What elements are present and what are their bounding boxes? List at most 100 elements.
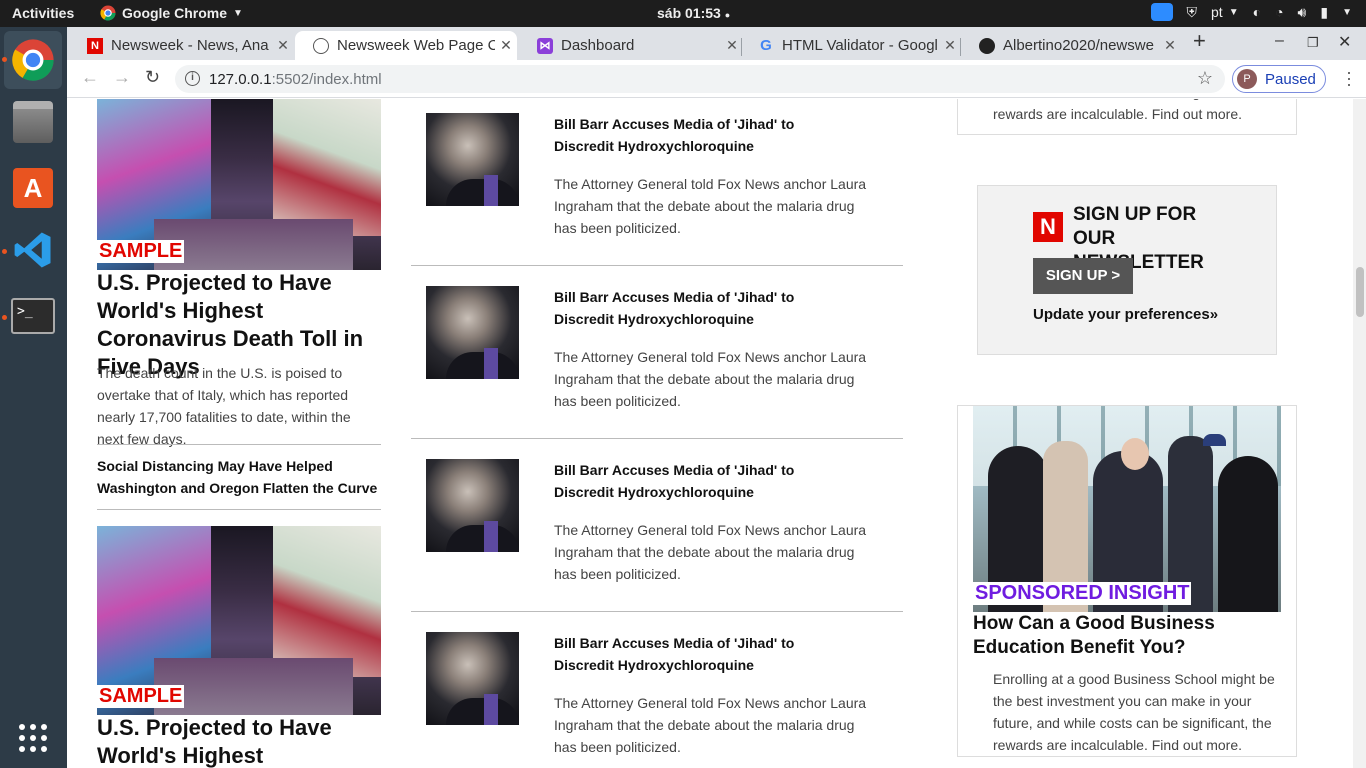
newsweek-logo: N — [1033, 212, 1063, 242]
divider — [411, 611, 903, 612]
tab-title: Newsweek Web Page C — [337, 37, 495, 54]
dock-vscode[interactable] — [8, 225, 58, 275]
url-host: 127.0.0.1 — [209, 70, 272, 88]
article-summary: The Attorney General told Fox News ancho… — [554, 176, 867, 236]
grid-icon — [19, 724, 47, 752]
close-window-button[interactable]: ✕ — [1338, 32, 1351, 52]
globe-icon — [313, 37, 329, 54]
address-bar[interactable]: i 127.0.0.1:5502/index.html ☆ — [175, 65, 1225, 93]
bill-barr-image[interactable] — [426, 459, 519, 552]
dock: A >_ — [0, 27, 67, 768]
wifi-icon[interactable]: ◔ — [1275, 4, 1283, 20]
clock[interactable]: sáb 01:53 ● — [657, 5, 730, 21]
article-title[interactable]: Bill Barr Accuses Media of 'Jihad' to Di… — [554, 632, 854, 676]
show-applications-button[interactable] — [8, 713, 58, 763]
profile-status: Paused — [1265, 70, 1316, 88]
sponsored-summary: future, and while costs can be significa… — [993, 99, 1272, 122]
dock-software[interactable]: A — [8, 163, 58, 213]
tab-newsweek-web-page[interactable]: Newsweek Web Page C ✕ — [295, 31, 517, 60]
night-light-icon[interactable]: ◐ — [1253, 4, 1261, 20]
article-title[interactable]: Bill Barr Accuses Media of 'Jihad' to Di… — [554, 113, 854, 157]
dock-chrome[interactable] — [4, 31, 62, 89]
close-icon[interactable]: ✕ — [1159, 37, 1181, 54]
update-preferences-link[interactable]: Update your preferences» — [1033, 306, 1218, 323]
signup-button[interactable]: SIGN UP > — [1033, 258, 1133, 294]
shield-icon[interactable]: ⛨ — [1187, 4, 1198, 21]
terminal-icon: >_ — [11, 298, 55, 334]
running-indicator — [2, 249, 7, 254]
minimize-button[interactable]: – — [1275, 32, 1284, 50]
tab-dashboard[interactable]: ⋈ Dashboard ✕ — [519, 31, 743, 60]
maximize-button[interactable]: ❐ — [1307, 35, 1319, 51]
system-tray[interactable]: ⛨ pt ▼ ◐ ◔ 🔊︎ ▮ ▼ — [1150, 3, 1352, 21]
dashboard-favicon: ⋈ — [537, 37, 553, 54]
chrome-icon — [100, 5, 116, 21]
tab-newsweek[interactable]: N Newsweek - News, Ana ✕ — [69, 31, 294, 60]
sponsored-card-top: future, and while costs can be significa… — [957, 99, 1297, 135]
article-summary: The Attorney General told Fox News ancho… — [554, 695, 867, 755]
menu-button[interactable]: · · · — [1346, 63, 1352, 93]
close-icon[interactable]: ✕ — [495, 37, 517, 54]
chevron-down-icon: ▼ — [233, 7, 243, 19]
zoom-icon[interactable] — [1150, 3, 1173, 21]
app-name: Google Chrome — [122, 5, 228, 21]
second-headline[interactable]: U.S. Projected to Have World's Highest C… — [97, 714, 381, 768]
tab-strip: N Newsweek - News, Ana ✕ Newsweek Web Pa… — [67, 27, 1366, 60]
tab-html-validator[interactable]: G HTML Validator - Googl ✕ — [740, 31, 961, 60]
tab-title: HTML Validator - Googl — [782, 37, 938, 54]
close-icon[interactable]: ✕ — [939, 37, 961, 54]
bill-barr-image[interactable] — [426, 113, 519, 206]
chevron-down-icon: ▼ — [1228, 6, 1239, 18]
back-button[interactable]: ← — [81, 67, 99, 88]
divider — [97, 444, 381, 445]
activities-button[interactable]: Activities — [12, 5, 74, 21]
sponsored-card: SPONSORED INSIGHT How Can a Good Busines… — [957, 405, 1297, 757]
tab-github[interactable]: Albertino2020/newswe ✕ — [961, 31, 1181, 60]
dock-terminal[interactable]: >_ — [8, 291, 58, 341]
keyboard-layout[interactable]: pt — [1211, 4, 1223, 20]
sample-label: SAMPLE — [97, 685, 185, 708]
sponsored-label: SPONSORED INSIGHT — [973, 582, 1192, 605]
chrome-icon — [12, 39, 54, 81]
bookmark-star-icon[interactable]: ☆ — [1197, 68, 1213, 89]
chevron-down-icon[interactable]: ▼ — [1342, 7, 1352, 18]
tab-title: Dashboard — [561, 37, 635, 54]
battery-icon[interactable]: ▮ — [1320, 4, 1328, 21]
article-title[interactable]: Bill Barr Accuses Media of 'Jihad' to Di… — [554, 286, 854, 330]
forward-button[interactable]: → — [113, 67, 131, 88]
system-top-bar: Activities Google Chrome ▼ sáb 01:53 ● ⛨… — [0, 0, 1366, 27]
url-path: :5502/index.html — [271, 70, 382, 88]
profile-button[interactable]: P Paused — [1232, 65, 1326, 93]
new-tab-button[interactable]: + — [1193, 28, 1206, 54]
article-title[interactable]: Bill Barr Accuses Media of 'Jihad' to Di… — [554, 459, 854, 503]
app-menu[interactable]: Google Chrome ▼ — [100, 5, 243, 21]
running-indicator — [2, 57, 7, 62]
bill-barr-image[interactable] — [426, 632, 519, 725]
running-indicator — [2, 315, 7, 320]
secondary-headline[interactable]: Social Distancing May Have Helped Washin… — [97, 455, 381, 499]
divider — [97, 509, 381, 510]
files-icon — [13, 101, 53, 143]
sponsored-headline[interactable]: How Can a Good Business Education Benefi… — [973, 612, 1278, 660]
dock-files[interactable] — [8, 97, 58, 147]
avatar: P — [1237, 69, 1257, 89]
divider — [411, 438, 903, 439]
main-summary: The death count in the U.S. is poised to… — [97, 365, 351, 447]
close-icon[interactable]: ✕ — [272, 37, 294, 54]
volume-icon[interactable]: 🔊︎ — [1298, 4, 1307, 21]
tab-title: Newsweek - News, Ana — [111, 37, 269, 54]
tab-title: Albertino2020/newswe — [1003, 37, 1154, 54]
article-summary: The Attorney General told Fox News ancho… — [554, 522, 867, 582]
web-page: SAMPLE U.S. Projected to Have World's Hi… — [67, 99, 1353, 768]
browser-toolbar: ← → ↻ i 127.0.0.1:5502/index.html ☆ P Pa… — [67, 60, 1366, 98]
software-store-icon: A — [13, 168, 53, 208]
bill-barr-image[interactable] — [426, 286, 519, 379]
site-info-icon[interactable]: i — [185, 71, 200, 86]
vscode-icon — [14, 232, 51, 268]
divider — [411, 265, 903, 266]
newsweek-favicon: N — [87, 37, 103, 54]
sponsored-summary: Enrolling at a good Business School migh… — [993, 671, 1275, 753]
reload-button[interactable]: ↻ — [145, 67, 160, 88]
page-scrollbar[interactable] — [1353, 99, 1366, 768]
scrollbar-thumb[interactable] — [1356, 267, 1364, 317]
